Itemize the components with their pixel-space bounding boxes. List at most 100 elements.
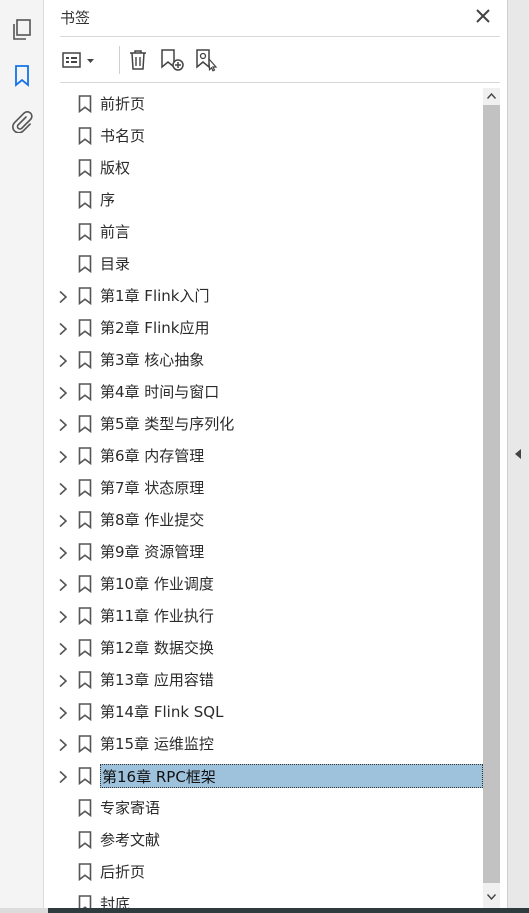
bookmark-label[interactable]: 第7章 状态原理	[100, 476, 204, 500]
chevron-right-icon[interactable]	[56, 577, 70, 592]
bookmark-label[interactable]: 第4章 时间与窗口	[100, 380, 219, 404]
bookmark-label[interactable]: 第6章 内存管理	[100, 444, 204, 468]
bookmark-row[interactable]: 第12章 数据交换	[45, 632, 485, 664]
bookmark-item-icon	[78, 95, 92, 114]
scroll-down-icon[interactable]	[483, 889, 500, 905]
bookmark-row[interactable]: 第9章 资源管理	[45, 536, 485, 568]
bookmark-label[interactable]: 序	[100, 188, 115, 212]
bookmark-label[interactable]: 第10章 作业调度	[100, 572, 214, 596]
bookmark-label[interactable]: 后折页	[100, 860, 145, 884]
bookmark-row[interactable]: 后折页	[45, 856, 485, 888]
delete-icon[interactable]	[127, 46, 149, 74]
bookmark-item-icon	[78, 575, 92, 594]
bookmark-row[interactable]: 第5章 类型与序列化	[45, 408, 485, 440]
bookmark-label[interactable]: 第11章 作业执行	[100, 604, 214, 628]
bookmark-item-icon	[78, 479, 92, 498]
bookmark-label[interactable]: 第12章 数据交换	[100, 636, 214, 660]
bookmark-label[interactable]: 第15章 运维监控	[100, 732, 214, 756]
bookmark-row[interactable]: 第13章 应用容错	[45, 664, 485, 696]
bookmark-row[interactable]: 第8章 作业提交	[45, 504, 485, 536]
chevron-right-icon[interactable]	[56, 513, 70, 528]
bookmark-item-icon	[78, 831, 92, 850]
bookmark-item-icon	[78, 799, 92, 818]
bookmark-row[interactable]: 第2章 Flink应用	[45, 312, 485, 344]
panel-header: 书签	[60, 0, 500, 37]
bookmark-label[interactable]: 版权	[100, 156, 130, 180]
chevron-right-icon[interactable]	[56, 289, 70, 304]
chevron-right-icon[interactable]	[56, 481, 70, 496]
chevron-right-icon[interactable]	[56, 673, 70, 688]
bookmark-row[interactable]: 书名页	[45, 120, 485, 152]
chevron-right-icon[interactable]	[56, 385, 70, 400]
bookmark-from-selection-icon[interactable]	[195, 46, 221, 74]
bookmark-row[interactable]: 第11章 作业执行	[45, 600, 485, 632]
bookmark-item-icon	[78, 639, 92, 658]
chevron-right-icon[interactable]	[56, 449, 70, 464]
chevron-right-icon[interactable]	[56, 705, 70, 720]
vertical-scrollbar[interactable]	[483, 88, 500, 913]
bookmark-label[interactable]: 第13章 应用容错	[100, 668, 214, 692]
close-icon[interactable]	[472, 5, 494, 27]
bookmark-label[interactable]: 第1章 Flink入门	[100, 284, 209, 308]
left-navigation-rail	[0, 0, 44, 913]
scrollbar-thumb[interactable]	[483, 105, 500, 883]
bookmark-item-icon	[78, 319, 92, 338]
scroll-up-icon[interactable]	[483, 88, 500, 104]
bookmark-row[interactable]: 第15章 运维监控	[45, 728, 485, 760]
bookmark-row[interactable]: 第6章 内存管理	[45, 440, 485, 472]
bookmark-label[interactable]: 第2章 Flink应用	[100, 316, 209, 340]
bookmark-item-icon	[78, 447, 92, 466]
panel-title: 书签	[60, 9, 91, 27]
bookmark-label[interactable]: 专家寄语	[100, 796, 160, 820]
chevron-right-icon[interactable]	[56, 737, 70, 752]
bookmark-icon[interactable]	[9, 63, 35, 89]
chevron-right-icon[interactable]	[56, 321, 70, 336]
options-menu-icon[interactable]	[61, 46, 97, 74]
bookmark-item-icon	[78, 159, 92, 178]
bookmark-row[interactable]: 第4章 时间与窗口	[45, 376, 485, 408]
chevron-right-icon[interactable]	[56, 609, 70, 624]
bookmark-row[interactable]: 第10章 作业调度	[45, 568, 485, 600]
bookmark-row[interactable]: 参考文献	[45, 824, 485, 856]
pages-icon[interactable]	[9, 17, 35, 43]
bookmark-label[interactable]: 参考文献	[100, 828, 160, 852]
bookmark-row[interactable]: 第1章 Flink入门	[45, 280, 485, 312]
bookmark-row[interactable]: 专家寄语	[45, 792, 485, 824]
bookmark-row[interactable]: 第16章 RPC框架	[45, 760, 485, 792]
chevron-right-icon[interactable]	[56, 417, 70, 432]
bookmark-row[interactable]: 第3章 核心抽象	[45, 344, 485, 376]
bookmark-item-icon	[78, 127, 92, 146]
attachment-icon[interactable]	[9, 109, 35, 135]
bookmark-row[interactable]: 前折页	[45, 88, 485, 120]
bookmark-item-icon	[78, 287, 92, 306]
bookmark-label[interactable]: 第5章 类型与序列化	[100, 412, 234, 436]
collapse-arrow-icon[interactable]	[512, 445, 524, 463]
bookmark-label[interactable]: 第8章 作业提交	[100, 508, 204, 532]
bottom-status-strip-left	[0, 908, 48, 913]
bookmark-item-icon	[78, 383, 92, 402]
bookmark-label[interactable]: 第14章 Flink SQL	[100, 700, 223, 724]
bookmark-item-icon	[78, 223, 92, 242]
bookmark-row[interactable]: 目录	[45, 248, 485, 280]
bookmark-label[interactable]: 目录	[100, 252, 130, 276]
chevron-right-icon[interactable]	[56, 545, 70, 560]
bookmark-item-icon	[78, 671, 92, 690]
bookmark-item-icon	[78, 735, 92, 754]
chevron-right-icon[interactable]	[56, 769, 70, 784]
bookmark-row[interactable]: 第14章 Flink SQL	[45, 696, 485, 728]
bookmark-item-icon	[78, 511, 92, 530]
bookmark-label[interactable]: 第16章 RPC框架	[100, 764, 483, 788]
panel-splitter[interactable]	[507, 0, 529, 913]
bookmark-label[interactable]: 前折页	[100, 92, 145, 116]
new-bookmark-icon[interactable]	[160, 46, 186, 74]
bookmark-row[interactable]: 序	[45, 184, 485, 216]
bookmark-row[interactable]: 第7章 状态原理	[45, 472, 485, 504]
chevron-right-icon[interactable]	[56, 353, 70, 368]
bookmark-label[interactable]: 前言	[100, 220, 130, 244]
bookmark-label[interactable]: 书名页	[100, 124, 145, 148]
bookmark-label[interactable]: 第9章 资源管理	[100, 540, 204, 564]
bookmark-row[interactable]: 版权	[45, 152, 485, 184]
chevron-right-icon[interactable]	[56, 641, 70, 656]
bookmark-label[interactable]: 第3章 核心抽象	[100, 348, 204, 372]
bookmark-row[interactable]: 前言	[45, 216, 485, 248]
